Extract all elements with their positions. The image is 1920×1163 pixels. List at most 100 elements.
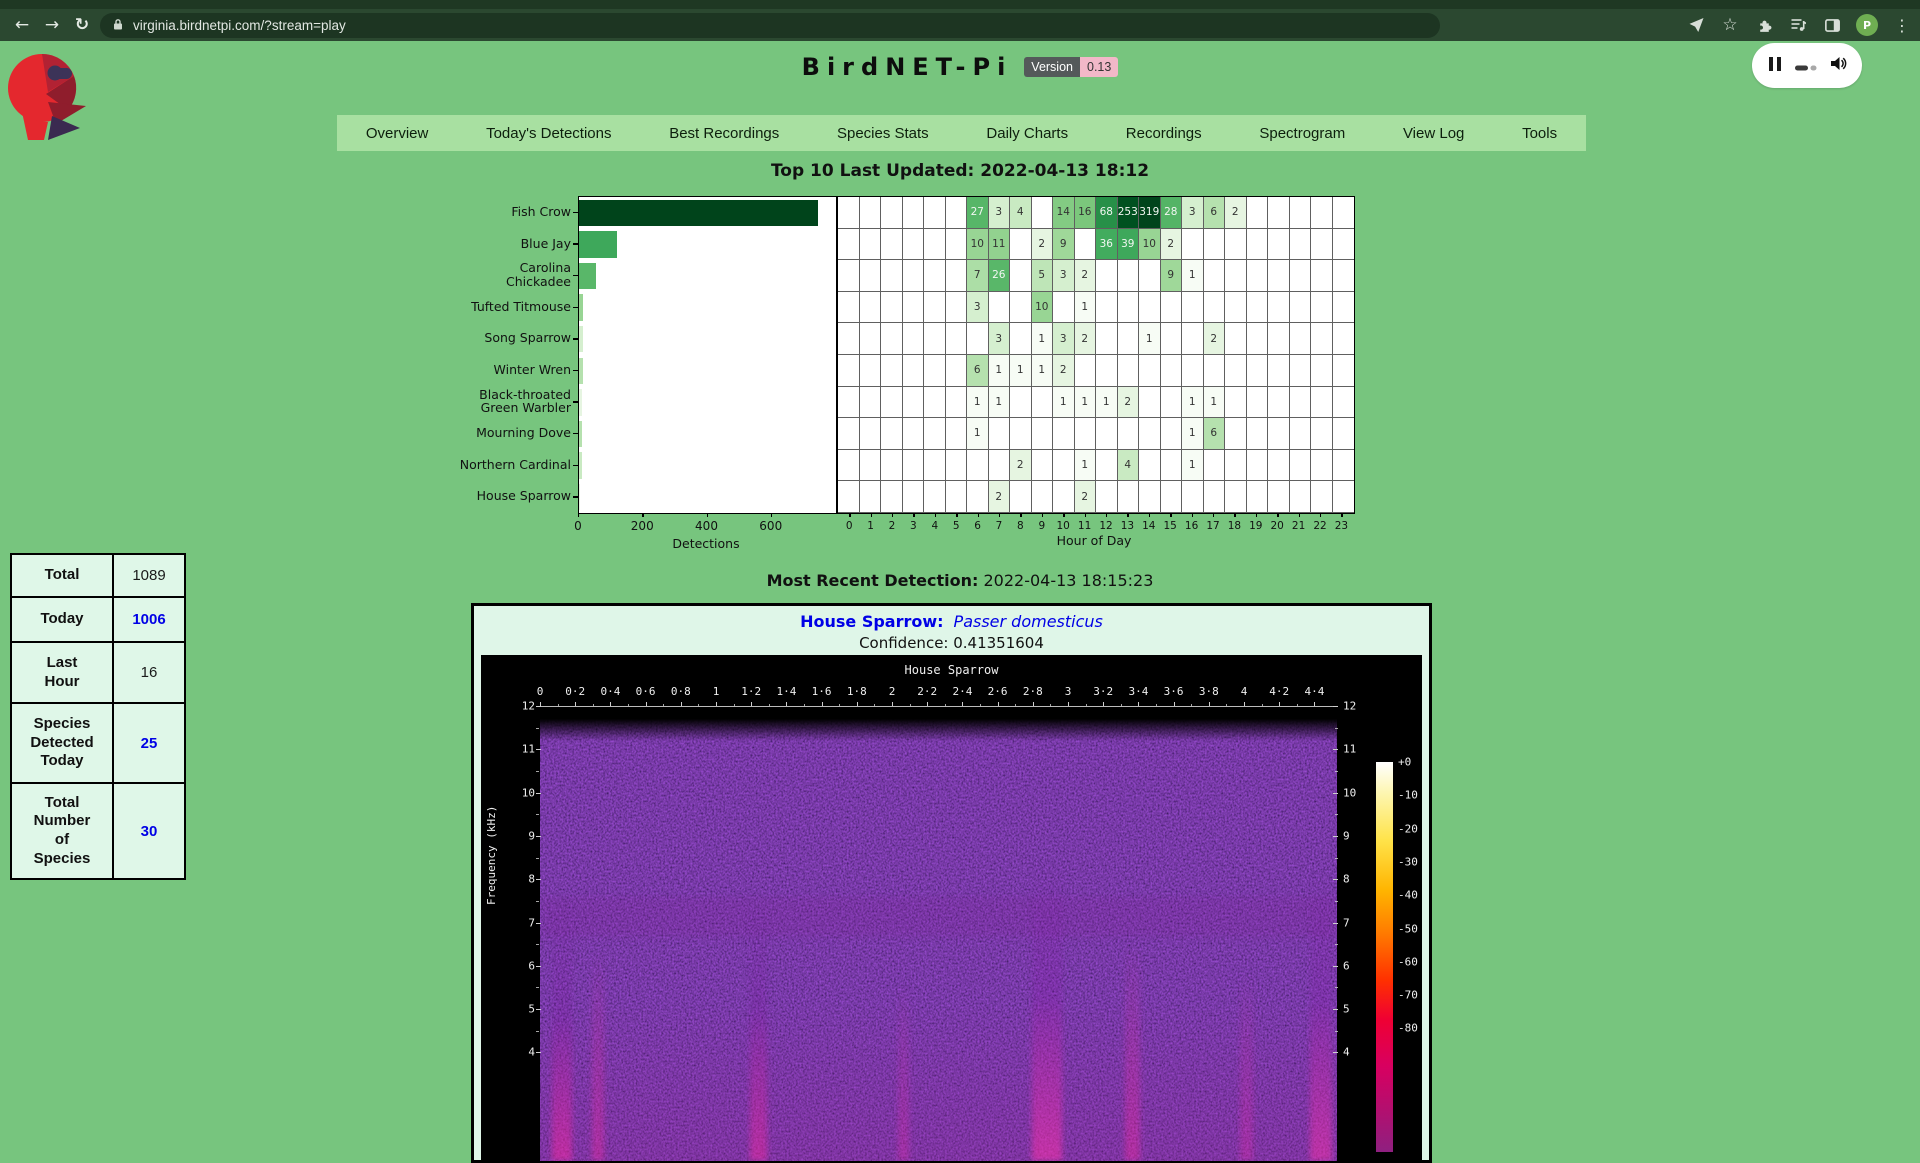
heatmap-cell [1010, 481, 1032, 513]
spec-freq-label-left: 10 [507, 786, 535, 799]
stats-value-total-number-of-species[interactable]: 30 [113, 783, 185, 879]
spec-freq-tick [1333, 749, 1338, 750]
heatmap-cell [881, 292, 903, 324]
heatmap-cell [1204, 450, 1226, 482]
seek-dash-icon[interactable] [1795, 56, 1817, 75]
heatmap-cell [1032, 197, 1054, 229]
hour-tick-label: 10 [1057, 520, 1070, 532]
heatmap-cell [1247, 323, 1269, 355]
heatmap-cell [838, 197, 860, 229]
spec-freq-minortick [1335, 814, 1338, 815]
species-label-house-sparrow: House Sparrow [453, 480, 571, 512]
bookmark-star-icon[interactable]: ☆ [1720, 15, 1740, 35]
heatmap-cell [1333, 481, 1355, 513]
heatmap-cell [1268, 387, 1290, 419]
heatmap-cell [1290, 355, 1312, 387]
heatmap-cell [860, 260, 882, 292]
hour-tick-mark [892, 513, 893, 517]
spec-freq-tick [536, 966, 541, 967]
hour-tick-label: 20 [1271, 520, 1284, 532]
heatmap-cell [1247, 292, 1269, 324]
colorbar-label: -10 [1398, 789, 1418, 802]
audio-player[interactable] [1752, 43, 1862, 88]
heatmap-cell [1118, 323, 1140, 355]
stats-label: TotalNumberofSpecies [11, 783, 113, 879]
stats-value-today[interactable]: 1006 [113, 597, 185, 642]
tab-strip [0, 0, 1920, 9]
heatmap-cell [1268, 260, 1290, 292]
spec-freq-label-left: 12 [507, 700, 535, 713]
nav-item-today-s-detections[interactable]: Today's Detections [480, 125, 617, 142]
heatmap-cell [1204, 292, 1226, 324]
heatmap-cell [1247, 418, 1269, 450]
heatmap-cell [1118, 355, 1140, 387]
nav-item-spectrogram[interactable]: Spectrogram [1253, 125, 1351, 142]
heatmap-cell [1139, 387, 1161, 419]
hour-tick-label: 9 [1038, 520, 1045, 532]
heatmap-cell [903, 450, 925, 482]
stats-value-last-hour: 16 [113, 642, 185, 703]
heatmap-cell [1182, 229, 1204, 261]
heatmap-cell [1096, 260, 1118, 292]
spec-time-label: 3·4 [1128, 685, 1148, 698]
heatmap-cell [881, 481, 903, 513]
hour-tick-label: 0 [846, 520, 853, 532]
nav-item-daily-charts[interactable]: Daily Charts [980, 125, 1074, 142]
nav-item-recordings[interactable]: Recordings [1120, 125, 1208, 142]
species-label-winter-wren: Winter Wren [453, 354, 571, 386]
heatmap-cell [903, 355, 925, 387]
species-label-tufted-titmouse: Tufted Titmouse [453, 291, 571, 323]
bar-tufted-titmouse [579, 294, 583, 321]
extensions-icon[interactable] [1754, 15, 1774, 35]
forward-button[interactable]: → [38, 9, 66, 41]
nav-item-tools[interactable]: Tools [1516, 125, 1563, 142]
stats-value-species-detected-today[interactable]: 25 [113, 703, 185, 783]
nav-item-overview[interactable]: Overview [360, 125, 435, 142]
menu-dots-icon[interactable]: ⋮ [1892, 15, 1912, 35]
heatmap-cell [1010, 323, 1032, 355]
detection-species[interactable]: House Sparrow: [800, 612, 943, 631]
reload-button[interactable]: ↻ [68, 9, 96, 41]
spec-freq-tick [1333, 966, 1338, 967]
version-value: 0.13 [1080, 57, 1118, 77]
volume-icon[interactable] [1830, 56, 1847, 75]
hour-tick-mark [1234, 513, 1235, 517]
heatmap-cell [860, 292, 882, 324]
heatmap-cell [1268, 481, 1290, 513]
heatmap-cell [1225, 229, 1247, 261]
spec-freq-tick [1333, 706, 1338, 707]
heatmap-cell: 3 [1053, 323, 1075, 355]
hour-tick-label: 15 [1164, 520, 1177, 532]
spec-freq-label-right: 9 [1343, 829, 1371, 842]
nav-item-view-log[interactable]: View Log [1397, 125, 1470, 142]
heatmap-cell [860, 481, 882, 513]
heatmap-cell [1096, 481, 1118, 513]
address-bar[interactable]: virginia.birdnetpi.com/?stream=play [100, 13, 1440, 38]
lock-icon [112, 16, 124, 35]
heatmap-cell [1268, 292, 1290, 324]
heatmap-cell [1053, 450, 1075, 482]
heatmap-cell: 253 [1118, 197, 1140, 229]
heatmap-cell [1139, 355, 1161, 387]
heatmap-cell [1139, 450, 1161, 482]
send-icon[interactable] [1686, 15, 1706, 35]
nav-item-best-recordings[interactable]: Best Recordings [663, 125, 785, 142]
heatmap-cell [1268, 323, 1290, 355]
browser-chrome: ← → ↻ virginia.birdnetpi.com/?stream=pla… [0, 0, 1920, 41]
nav-item-species-stats[interactable]: Species Stats [831, 125, 935, 142]
heatmap-cell [838, 229, 860, 261]
spec-freq-tick [536, 793, 541, 794]
heatmap-cell [1032, 481, 1054, 513]
back-button[interactable]: ← [8, 9, 36, 41]
colorbar-label: -30 [1398, 855, 1418, 868]
heatmap-cell [1333, 323, 1355, 355]
side-panel-icon[interactable] [1822, 15, 1842, 35]
heatmap-cell [1225, 260, 1247, 292]
heatmap-cell: 26 [989, 260, 1011, 292]
media-playlist-icon[interactable] [1788, 15, 1808, 35]
heatmap-cell [1053, 481, 1075, 513]
profile-avatar[interactable]: P [1856, 14, 1878, 36]
heatmap-cell [1268, 229, 1290, 261]
pause-icon[interactable] [1768, 56, 1782, 76]
bar-xtick-mark [707, 513, 708, 517]
